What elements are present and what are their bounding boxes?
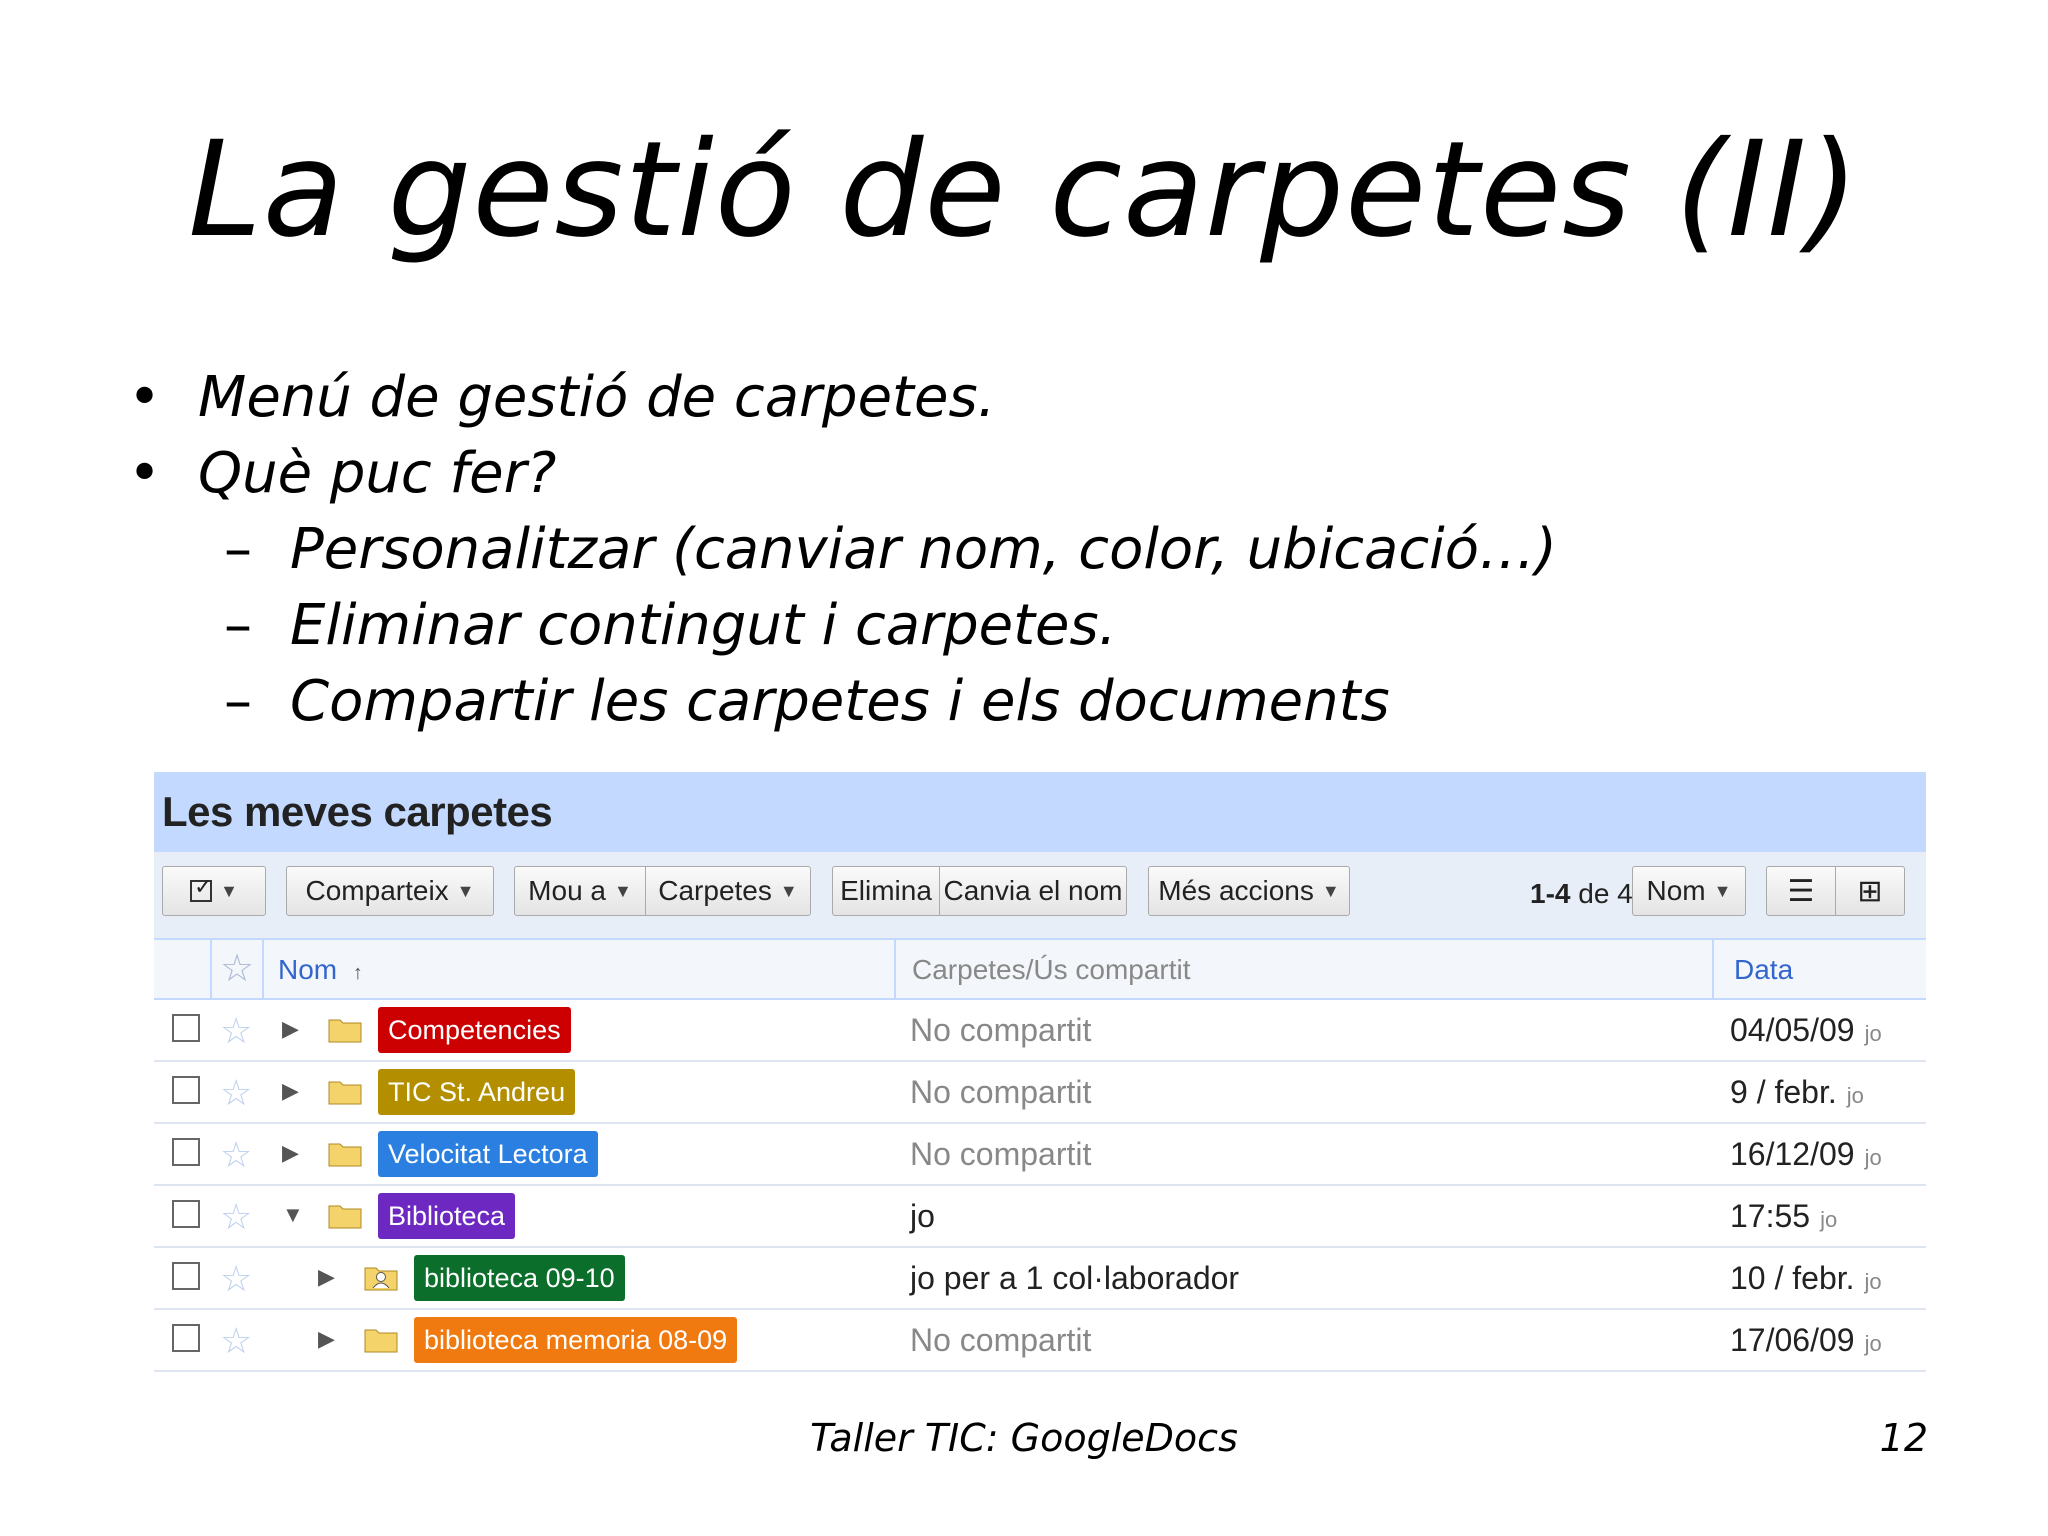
- expand-triangle-icon[interactable]: ▶: [282, 1140, 299, 1166]
- star-icon[interactable]: ☆: [220, 1010, 252, 1052]
- row-checkbox[interactable]: [172, 1138, 200, 1166]
- sharing-status: No compartit: [910, 1322, 1092, 1358]
- sharing-status: jo per a 1 col·laborador: [910, 1260, 1240, 1296]
- date-cell: 04/05/09 jo: [1730, 1012, 1882, 1048]
- row-checkbox[interactable]: [172, 1262, 200, 1290]
- star-icon[interactable]: ☆: [220, 1196, 252, 1238]
- chevron-down-icon: ▼: [456, 880, 475, 901]
- checkbox-icon: ✓: [190, 874, 213, 902]
- slide-title: La gestió de carpetes (II): [188, 113, 1860, 267]
- star-icon[interactable]: ☆: [220, 1134, 252, 1176]
- star-icon[interactable]: ☆: [220, 1320, 252, 1362]
- row-checkbox[interactable]: [172, 1324, 200, 1352]
- sub-bullet-item: – Compartir les carpetes i els documents: [224, 669, 1390, 734]
- folder-row[interactable]: ☆ ▶ biblioteca memoria 08-09 No compartit 17…: [154, 1310, 1926, 1372]
- date-cell: 16/12/09 jo: [1730, 1136, 1882, 1172]
- folder-icon: [328, 1076, 362, 1105]
- toolbar: ✓ ▼ Comparteix ▼ Mou a ▼ Carpetes ▼ Elimina…: [154, 852, 1926, 940]
- row-checkbox[interactable]: [172, 1076, 200, 1104]
- folder-name-link[interactable]: biblioteca 09-10: [414, 1255, 625, 1301]
- folder-name-link[interactable]: Competencies: [378, 1007, 571, 1053]
- column-name[interactable]: Nom ↑: [278, 954, 363, 986]
- folder-icon: [364, 1324, 398, 1353]
- bullet-item: • Menú de gestió de carpetes.: [128, 365, 996, 430]
- row-checkbox[interactable]: [172, 1014, 200, 1042]
- grid-view-icon: ⊞: [1857, 874, 1883, 908]
- slide-footer: Taller TIC: GoogleDocs: [810, 1416, 1238, 1460]
- sort-up-icon: ↑: [352, 962, 363, 984]
- sharing-status: No compartit: [910, 1012, 1092, 1048]
- folders-screenshot: Les meves carpetes ✓ ▼ Comparteix ▼ Mou a…: [154, 772, 1926, 1372]
- folder-name-link[interactable]: Biblioteca: [378, 1193, 516, 1239]
- column-date[interactable]: Data: [1734, 954, 1793, 986]
- star-icon[interactable]: ☆: [220, 1072, 252, 1114]
- column-sharing[interactable]: Carpetes/Ús compartit: [912, 954, 1191, 986]
- folder-row[interactable]: ☆ ▼ Biblioteca jo 17:55 jo: [154, 1186, 1926, 1248]
- star-header-icon: ☆: [220, 948, 255, 990]
- bullet-item: • Què puc fer?: [128, 441, 557, 506]
- sub-bullet-item: – Personalitzar (canviar nom, color, ubic…: [224, 517, 1557, 582]
- expand-triangle-icon[interactable]: ▶: [282, 1078, 299, 1104]
- date-cell: 17/06/09 jo: [1730, 1322, 1882, 1358]
- sub-bullet-item: – Eliminar contingut i carpetes.: [224, 593, 1117, 658]
- chevron-down-icon: ▼: [1713, 880, 1732, 901]
- folder-icon: [328, 1200, 362, 1229]
- folder-name-link[interactable]: Velocitat Lectora: [378, 1131, 598, 1177]
- column-header-row: ☆ Nom ↑ Carpetes/Ús compartit Data: [154, 940, 1926, 1000]
- more-actions-button[interactable]: Més accions ▼: [1148, 866, 1350, 916]
- folder-row[interactable]: ☆ ▶ Competencies No compartit 04/05/09 jo: [154, 1000, 1926, 1062]
- shared-folder-icon: [364, 1262, 398, 1291]
- folder-name-link[interactable]: biblioteca memoria 08-09: [414, 1317, 738, 1363]
- date-cell: 9 / febr. jo: [1730, 1074, 1864, 1110]
- expand-triangle-icon[interactable]: ▶: [282, 1016, 299, 1042]
- folders-button[interactable]: Carpetes ▼: [645, 866, 811, 916]
- chevron-down-icon: ▼: [220, 880, 238, 901]
- folder-name-link[interactable]: TIC St. Andreu: [378, 1069, 576, 1115]
- chevron-down-icon: ▼: [779, 880, 798, 901]
- pager-label: 1-4 de 4: [1530, 878, 1633, 909]
- collapse-triangle-icon[interactable]: ▼: [282, 1202, 304, 1228]
- folder-icon: [328, 1138, 362, 1167]
- rename-button[interactable]: Canvia el nom: [939, 866, 1127, 916]
- move-to-button[interactable]: Mou a ▼: [514, 866, 646, 916]
- sharing-status: No compartit: [910, 1136, 1092, 1172]
- sharing-status: No compartit: [910, 1074, 1092, 1110]
- sort-dropdown[interactable]: Nom ▼: [1632, 866, 1746, 916]
- chevron-down-icon: ▼: [1321, 880, 1340, 901]
- list-view-button[interactable]: ☰: [1766, 866, 1836, 916]
- folder-row[interactable]: ☆ ▶ TIC St. Andreu No compartit 9 / febr. jo: [154, 1062, 1926, 1124]
- delete-button[interactable]: Elimina: [832, 866, 940, 916]
- folder-row[interactable]: ☆ ▶ Velocitat Lectora No compartit 16/12/09 j…: [154, 1124, 1926, 1186]
- date-cell: 10 / febr. jo: [1730, 1260, 1882, 1296]
- date-cell: 17:55 jo: [1730, 1198, 1838, 1234]
- bullet-list: • Menú de gestió de carpetes. • Què puc fe…: [128, 360, 1557, 740]
- folders-title: Les meves carpetes: [162, 788, 553, 835]
- share-button[interactable]: Comparteix ▼: [286, 866, 494, 916]
- select-all-button[interactable]: ✓ ▼: [162, 866, 266, 916]
- folder-row[interactable]: ☆ ▶ biblioteca 09-10 jo per a 1 col·laborad…: [154, 1248, 1926, 1310]
- expand-triangle-icon[interactable]: ▶: [318, 1264, 335, 1290]
- star-icon[interactable]: ☆: [220, 1258, 252, 1300]
- page-number: 12: [1879, 1416, 1928, 1460]
- sharing-status: jo: [910, 1198, 935, 1234]
- row-checkbox[interactable]: [172, 1200, 200, 1228]
- folder-list: ☆ ▶ Competencies No compartit 04/05/09 jo ☆ ▶ TI…: [154, 1000, 1926, 1372]
- expand-triangle-icon[interactable]: ▶: [318, 1326, 335, 1352]
- folder-icon: [328, 1014, 362, 1043]
- folders-header: Les meves carpetes: [154, 772, 1926, 852]
- list-view-icon: ☰: [1787, 874, 1815, 908]
- grid-view-button[interactable]: ⊞: [1835, 866, 1905, 916]
- chevron-down-icon: ▼: [614, 880, 632, 901]
